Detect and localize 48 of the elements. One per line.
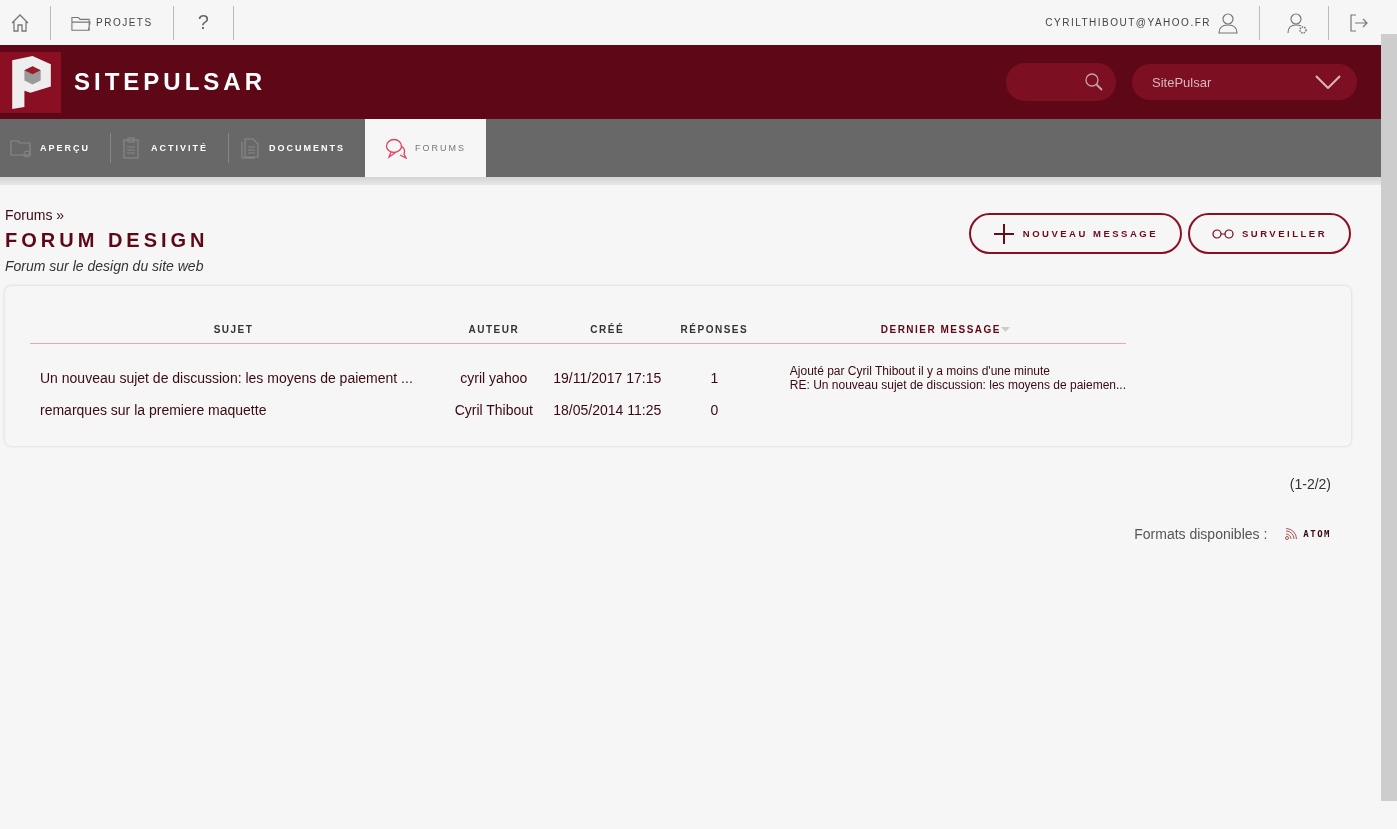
column-header[interactable]: DERNIER MESSAGE [880,324,1002,335]
author-cell: Cyril Thibout [454,402,533,418]
logout-icon[interactable] [1349,12,1369,33]
user-email-link[interactable]: CYRILTHIBOUT@YAHOO.FR [1045,17,1211,28]
glasses-icon [1212,227,1234,240]
scrollbar[interactable] [1381,34,1397,801]
author-cell: cyril yahoo [460,370,528,386]
created-cell: 18/05/2014 11:25 [553,402,662,418]
sort-arrow-icon [1001,327,1011,333]
projects-link[interactable]: PROJETS [71,12,153,33]
nav-tab[interactable]: DOCUMENTS [229,119,366,177]
formats-label: Formats disponibles : [1134,526,1268,542]
column-header[interactable]: RÉPONSES [680,324,749,335]
chevron-down-icon [1315,75,1341,89]
column-header[interactable]: CRÉÉ [590,324,625,335]
user-icon[interactable] [1217,11,1239,34]
site-name: SITEPULSAR [74,68,266,96]
plus-icon [992,222,1015,245]
chat-bubbles-icon [385,137,408,159]
feed-icon [1285,528,1298,540]
created-cell: 19/11/2017 17:15 [553,370,662,386]
last-message-author: Ajouté par Cyril Thibout il y a moins d'une minute [789,364,1051,378]
replies-cell: 0 [710,402,719,418]
topic-link[interactable]: Un nouveau sujet de discussion: les moyens de paiement ... [40,370,413,386]
page-subtitle: Forum sur le design du site web [5,258,205,274]
breadcrumb-link[interactable]: Forums » [5,207,209,223]
search-icon [1084,72,1104,92]
nav-tab[interactable]: ACTIVITÉ [111,119,229,177]
folder-icon [10,137,32,159]
help-link[interactable]: ? [193,11,213,34]
nav-tab[interactable]: FORUMS [365,119,487,177]
column-header[interactable]: SUJET [213,324,254,335]
home-icon[interactable] [10,12,30,33]
page-title: FORUM DESIGN [5,229,209,252]
new-message-button[interactable]: NOUVEAU MESSAGE [968,213,1182,254]
user-settings-icon[interactable] [1286,11,1308,34]
atom-feed-link[interactable]: ATOM [1303,529,1331,539]
nav-tab[interactable]: APERÇU [0,119,110,177]
watch-button[interactable]: SURVEILLER [1188,213,1351,254]
search-field[interactable] [1006,63,1116,101]
pagination-count: (1-2/2) [1289,476,1331,492]
last-message-link[interactable]: RE: Un nouveau sujet de discussion: les moyens de paiemen... [789,378,1126,392]
replies-cell: 1 [710,370,719,386]
topic-link[interactable]: remarques sur la premiere maquette [40,402,267,418]
logo-icon [0,51,61,113]
column-header[interactable]: AUTEUR [468,324,520,335]
document-icon [239,137,262,159]
project-select[interactable]: SitePulsar [1132,64,1357,100]
